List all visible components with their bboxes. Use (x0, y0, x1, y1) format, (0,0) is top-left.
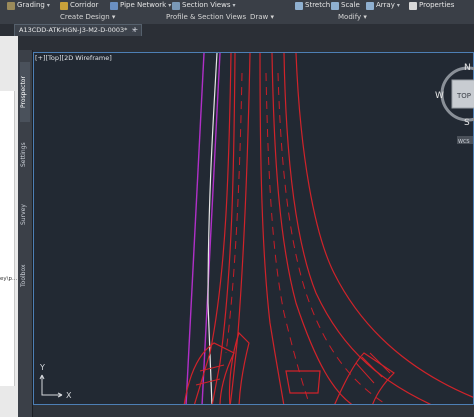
stretch-icon (295, 1, 303, 10)
magenta-line-left (185, 53, 205, 404)
group-profile-section-views: Profile & Section Views (166, 13, 247, 21)
stretch-button[interactable]: Stretch (295, 1, 330, 10)
scale-icon (331, 1, 339, 10)
corridor-label: Corridor (70, 1, 99, 9)
red-road-edge-4 (259, 53, 285, 404)
toolspace-palette: Prospector Settings Survey Toolbox (18, 50, 33, 417)
compass-north[interactable]: N (464, 63, 471, 73)
ramp-right-box (285, 370, 321, 394)
left-panel-text: ey\p... (0, 276, 18, 282)
properties-icon (409, 1, 417, 10)
grading-label: Grading (17, 1, 45, 9)
chevron-down-icon: ▾ (46, 2, 50, 9)
array-label: Array (376, 1, 395, 9)
properties-label: Properties (419, 1, 455, 9)
array-icon (366, 1, 374, 10)
drawing-canvas: Y X (39, 53, 473, 404)
ramp-left (183, 342, 235, 404)
tab-prospector[interactable]: Prospector (20, 62, 30, 122)
grading-icon (7, 1, 15, 10)
compass-west[interactable]: W (435, 91, 444, 101)
ribbon: Grading ▾ Corridor Pipe Network ▾ Sectio… (0, 0, 474, 25)
tab-settings[interactable]: Settings (20, 138, 30, 172)
scale-label: Scale (341, 1, 360, 9)
corridor-icon (60, 1, 68, 10)
red-road-edge-6 (283, 53, 432, 404)
viewcube-compass-icon: TOP N W S WCS (435, 63, 474, 145)
pipe-network-icon (110, 1, 118, 10)
group-create-design[interactable]: Create Design ▾ (60, 13, 115, 21)
document-tab[interactable]: A13CDD-ATK-HGN-J3-M2-D-0003* × (14, 24, 142, 36)
status-bar (33, 405, 474, 417)
ucs-y-label: Y (39, 363, 45, 372)
group-draw[interactable]: Draw ▾ (250, 13, 274, 21)
compass-south[interactable]: S (464, 118, 470, 128)
ramp-left-ticks (195, 364, 225, 386)
stretch-label: Stretch (305, 1, 331, 9)
white-centerline (207, 53, 218, 404)
ucs-icon: Y X (39, 363, 72, 400)
add-tab-button[interactable]: + (130, 25, 140, 34)
tab-survey[interactable]: Survey (20, 200, 30, 230)
ramp-center (228, 331, 250, 404)
pipe-network-button[interactable]: Pipe Network ▾ (110, 1, 171, 10)
left-panel-content (0, 91, 15, 386)
chevron-down-icon: ▾ (396, 2, 400, 9)
section-views-button[interactable]: Section Views ▾ (172, 1, 236, 10)
corridor-button[interactable]: Corridor (60, 1, 98, 10)
ucs-x-label: X (66, 391, 72, 400)
grading-button[interactable]: Grading ▾ (7, 1, 50, 10)
section-views-icon (172, 1, 180, 10)
red-road-edge-1 (193, 53, 232, 404)
tab-toolbox[interactable]: Toolbox (20, 258, 30, 294)
viewcube[interactable]: TOP N W S WCS (428, 58, 474, 148)
dashed-lane-2 (265, 72, 310, 404)
document-tab-bar: A13CDD-ATK-HGN-J3-M2-D-0003* × + (0, 24, 474, 36)
pipe-network-label: Pipe Network (120, 1, 167, 9)
chevron-down-icon: ▾ (168, 2, 172, 9)
wcs-menu[interactable]: WCS (458, 139, 470, 145)
document-tab-label: A13CDD-ATK-HGN-J3-M2-D-0003* (19, 26, 128, 34)
left-panel: ey\p... (0, 36, 18, 417)
viewcube-top-face[interactable]: TOP (456, 92, 471, 100)
properties-button[interactable]: Properties (409, 1, 454, 10)
red-road-edge-5 (271, 53, 353, 404)
chevron-down-icon: ▾ (232, 2, 236, 9)
array-button[interactable]: Array ▾ (366, 1, 400, 10)
scale-button[interactable]: Scale (331, 1, 360, 10)
drawing-viewport[interactable]: [+][Top][2D Wireframe] Y X (33, 52, 474, 405)
section-views-label: Section Views (182, 1, 231, 9)
group-modify[interactable]: Modify ▾ (338, 13, 367, 21)
